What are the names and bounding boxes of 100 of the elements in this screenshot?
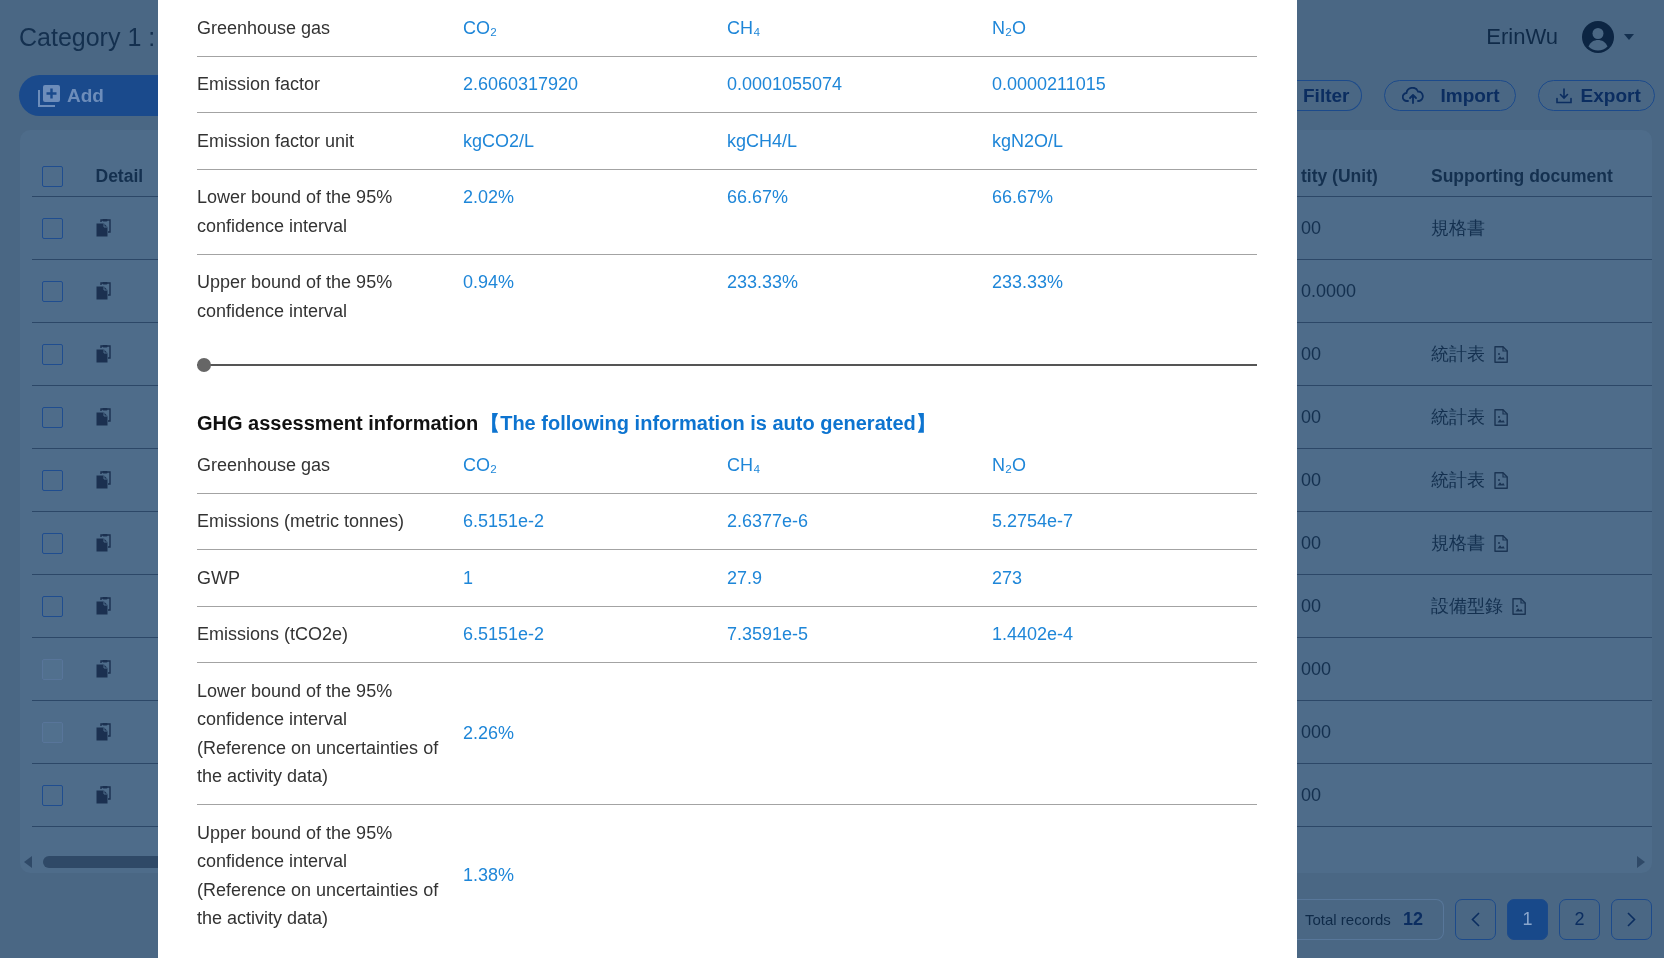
table-cell-text: 統計表 [1431, 469, 1485, 492]
row-label: Lower bound of the 95% confidence interval [197, 186, 394, 238]
value-cell: 66.67% [727, 187, 789, 207]
value-cell: CO₂ [463, 454, 497, 475]
row-label: GWP [197, 566, 240, 590]
slider-track[interactable] [197, 357, 1257, 372]
table-cell-text: 規格書 [1431, 217, 1485, 240]
checkbox[interactable] [41, 469, 63, 491]
download-icon [1555, 87, 1572, 104]
value-cell: 1.38% [463, 865, 515, 886]
chevron-right-icon [1627, 912, 1636, 927]
value-cell: N₂O [992, 17, 1026, 38]
table-cell: 000 [1301, 658, 1332, 679]
documents-icon[interactable] [95, 219, 111, 237]
column-header: tity (Unit) [1301, 166, 1378, 186]
table-cell: 00 [1301, 595, 1322, 616]
total-records-label: Total records [1305, 911, 1391, 928]
value-cell: kgCH4/L [727, 130, 798, 151]
table-cell: 00 [1301, 217, 1322, 238]
table-cell: 0.0000 [1301, 280, 1357, 301]
documents-icon[interactable] [95, 345, 111, 363]
checkbox[interactable] [41, 784, 63, 806]
row-label: Upper bound of the 95% confidence interval [197, 821, 394, 873]
documents-icon[interactable] [95, 723, 111, 741]
row-label: Greenhouse gas [197, 453, 331, 477]
row-label: Emissions (tCO2e) [197, 623, 349, 646]
value-cell: 6.5151e-2 [463, 624, 545, 644]
documents-icon[interactable] [95, 282, 111, 300]
image-file-icon[interactable] [1494, 345, 1508, 363]
total-records-count: 12 [1402, 909, 1423, 930]
value-cell: 5.2754e-7 [992, 511, 1074, 531]
table-cell-text: 設備型錄 [1431, 595, 1503, 618]
row-label: Emissions (metric tonnes) [197, 510, 405, 533]
checkbox[interactable] [41, 217, 63, 239]
auto-generated-note: 【The following information is auto generated】 [480, 411, 936, 436]
scroll-left-icon[interactable] [24, 856, 32, 868]
value-cell: kgCO2/L [463, 130, 535, 151]
checkbox[interactable] [41, 532, 63, 554]
cloud-upload-icon [1402, 87, 1425, 104]
documents-icon[interactable] [95, 534, 111, 552]
section-title: GHG assessment information [197, 411, 479, 436]
next-page-button[interactable] [1611, 899, 1652, 940]
row-label: Upper bound of the 95% confidence interval [197, 271, 394, 323]
value-cell: N₂O [992, 454, 1026, 475]
value-cell: 66.67% [992, 187, 1054, 207]
table-cell: 00 [1301, 532, 1322, 553]
user-avatar-icon[interactable] [1582, 21, 1614, 53]
image-file-icon[interactable] [1494, 534, 1508, 552]
value-cell: 0.94% [463, 272, 515, 292]
table-cell-text: 規格書 [1431, 532, 1485, 555]
add-button[interactable]: Add [19, 75, 158, 116]
row-label-note: (Reference on uncertainties of the activity data) [197, 878, 440, 930]
user-name: ErinWu [1486, 24, 1558, 50]
value-cell: 2.6060317920 [463, 74, 579, 94]
page-button[interactable]: 1 [1507, 899, 1548, 940]
value-cell: 273 [992, 567, 1023, 588]
table-cell: 00 [1301, 469, 1322, 490]
slider-thumb[interactable] [197, 357, 211, 372]
checkbox[interactable] [41, 343, 63, 365]
table-cell: 000 [1301, 721, 1332, 742]
chevron-left-icon [1471, 912, 1480, 927]
value-cell: CO₂ [463, 17, 497, 38]
scroll-right-icon[interactable] [1637, 856, 1645, 868]
table-cell: 00 [1301, 343, 1322, 364]
value-cell: 0.0000211015 [992, 74, 1106, 94]
table-cell-text: 統計表 [1431, 406, 1485, 429]
table-cell-text: 統計表 [1431, 343, 1485, 366]
caret-down-icon[interactable] [1624, 34, 1634, 40]
value-cell: 1 [463, 567, 473, 588]
checkbox[interactable] [41, 595, 63, 617]
scrollbar-thumb[interactable] [43, 856, 158, 868]
checkbox[interactable] [41, 166, 63, 187]
column-header: Supporting document [1431, 166, 1613, 187]
value-cell: 2.02% [463, 187, 515, 207]
documents-icon[interactable] [95, 597, 111, 615]
table-cell: 00 [1301, 784, 1322, 805]
checkbox[interactable] [41, 406, 63, 428]
value-cell: 2.26% [463, 723, 515, 744]
previous-page-button[interactable] [1455, 899, 1496, 940]
value-cell: CH₄ [727, 454, 761, 475]
value-cell: 27.9 [727, 567, 763, 588]
row-label: Greenhouse gas [197, 16, 331, 40]
column-header: Detail [95, 166, 144, 187]
value-cell: 233.33% [727, 272, 799, 292]
checkbox[interactable] [41, 280, 63, 302]
value-cell: 1.4402e-4 [992, 624, 1074, 644]
image-file-icon[interactable] [1512, 597, 1526, 615]
value-cell: CH₄ [727, 17, 761, 38]
value-cell: 233.33% [992, 272, 1064, 292]
documents-icon[interactable] [95, 786, 111, 804]
row-label: Lower bound of the 95% confidence interval [197, 679, 394, 731]
page-button[interactable]: 2 [1559, 899, 1600, 940]
table-cell: 00 [1301, 406, 1322, 427]
image-file-icon[interactable] [1494, 471, 1508, 489]
image-file-icon[interactable] [1494, 408, 1508, 426]
plus-square-icon [38, 84, 60, 107]
value-cell: 6.5151e-2 [463, 511, 545, 531]
documents-icon[interactable] [95, 660, 111, 678]
documents-icon[interactable] [95, 408, 111, 426]
documents-icon[interactable] [95, 471, 111, 489]
